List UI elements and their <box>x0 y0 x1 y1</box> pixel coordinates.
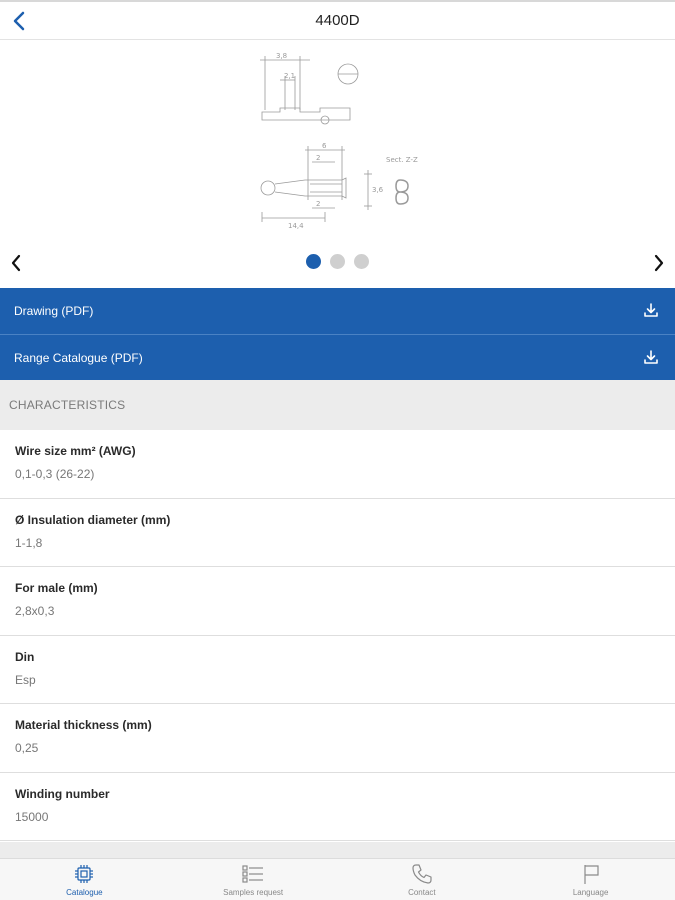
dimension-label: 3,8 <box>276 52 287 60</box>
list-item: Ø Insulation diameter (mm) 1-1,8 <box>0 498 675 567</box>
property-value: 2,8x0,3 <box>15 604 55 618</box>
property-label: Din <box>15 649 35 664</box>
page-indicator <box>0 254 675 269</box>
tab-contact[interactable]: Contact <box>338 859 507 900</box>
dimension-label: 2,1 <box>284 72 295 80</box>
characteristics-header: CHARACTERISTICS <box>0 380 675 430</box>
section-label: Sect. Z-Z <box>386 156 418 164</box>
list-item: Winding number 15000 <box>0 772 675 841</box>
dimension-label: 3,6 <box>372 186 384 194</box>
dimension-label: 14,4 <box>288 222 304 230</box>
list-footer-spacer <box>0 842 675 858</box>
technical-drawing: 3,8 2,1 6 2 3,6 2 14,4 Sect. Z-Z <box>260 52 418 230</box>
list-item: Material thickness (mm) 0,25 <box>0 704 675 773</box>
tab-catalogue[interactable]: Catalogue <box>0 859 169 900</box>
tab-label: Language <box>572 888 609 897</box>
tab-label: Contact <box>408 888 436 897</box>
chip-icon <box>75 865 94 883</box>
flag-icon <box>584 865 599 884</box>
property-value: 0,25 <box>15 741 39 755</box>
phone-icon <box>412 864 432 884</box>
drawing-gallery: 3,8 2,1 6 2 3,6 2 14,4 Sect. Z-Z <box>0 40 675 288</box>
tab-samples-request[interactable]: Samples request <box>169 859 338 900</box>
list-item: Din Esp <box>0 635 675 704</box>
tab-label: Samples request <box>223 888 284 897</box>
list-item: Wire size mm² (AWG) 0,1-0,3 (26-22) <box>0 430 675 499</box>
property-label: Ø Insulation diameter (mm) <box>15 512 171 527</box>
drawing-pdf-button[interactable]: Drawing (PDF) <box>0 288 675 334</box>
top-navigation-bar: 4400D <box>0 0 675 40</box>
property-label: Winding number <box>15 786 110 801</box>
property-value: 1-1,8 <box>15 535 43 550</box>
tab-language[interactable]: Language <box>506 859 675 900</box>
list-item: For male (mm) 2,8x0,3 <box>0 567 675 636</box>
property-value: 15000 <box>15 809 49 824</box>
range-catalogue-pdf-label: Range Catalogue (PDF) <box>14 350 143 365</box>
property-label: Wire size mm² (AWG) <box>15 444 136 458</box>
property-label: For male (mm) <box>15 581 98 595</box>
tab-label: Catalogue <box>66 888 103 897</box>
dimension-label: 2 <box>316 200 320 208</box>
page-dot-3[interactable] <box>354 254 369 269</box>
characteristics-list: Wire size mm² (AWG) 0,1-0,3 (26-22) Ø In… <box>0 430 675 841</box>
download-icon <box>644 303 658 317</box>
drawing-pdf-label: Drawing (PDF) <box>14 304 94 318</box>
list-icon <box>242 865 264 883</box>
dimension-label: 2 <box>316 154 320 162</box>
property-value: Esp <box>15 672 36 687</box>
page-title: 4400D <box>315 12 360 29</box>
bottom-tab-bar: Catalogue Samples request Contact Langua… <box>0 858 675 900</box>
property-value: 0,1-0,3 (26-22) <box>15 467 95 481</box>
dimension-label: 6 <box>322 142 327 150</box>
range-catalogue-pdf-button[interactable]: Range Catalogue (PDF) <box>0 334 675 380</box>
property-label: Material thickness (mm) <box>15 718 152 732</box>
page-dot-2[interactable] <box>330 254 345 269</box>
page-dot-1[interactable] <box>306 254 321 269</box>
download-icon <box>644 350 658 364</box>
